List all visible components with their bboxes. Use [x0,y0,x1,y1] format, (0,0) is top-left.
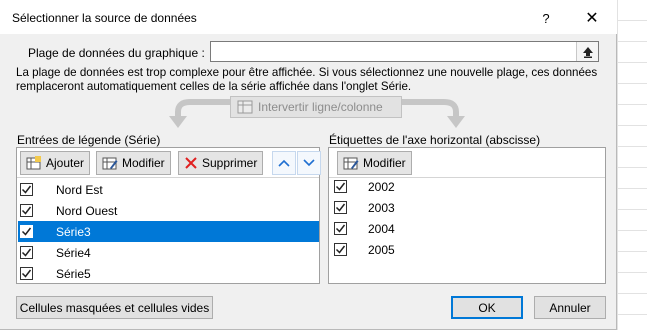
hidden-empty-cells-button[interactable]: Cellules masquées et cellules vides [16,296,213,319]
legend-toolbar: Ajouter Modifier Supprimer [17,148,321,178]
collapse-range-icon [582,46,593,58]
axis-item-label: 2004 [368,221,395,236]
legend-item[interactable]: Série4 [18,242,319,263]
axis-labels-label: Étiquettes de l'axe horizontal (abscisse… [329,133,541,147]
complex-range-warning: La plage de données est trop complexe po… [16,66,598,93]
remove-series-label: Supprimer [202,156,258,170]
axis-item-label: 2003 [368,200,395,215]
chart-range-input[interactable] [210,41,599,62]
legend-item-checkbox[interactable] [20,183,33,196]
axis-item[interactable]: 2002 [330,176,605,197]
checkmark-icon [21,227,32,236]
legend-item[interactable]: Nord Ouest [18,200,319,221]
red-x-icon [185,157,197,169]
legend-item-label: Nord Est [56,182,103,197]
axis-item-checkbox[interactable] [334,201,347,214]
table-edit-icon [343,157,359,170]
title-bar: Sélectionner la source de données ? ✕ [0,0,617,34]
axis-item-checkbox[interactable] [334,243,347,256]
checkmark-icon [335,245,346,254]
move-down-button[interactable] [297,151,321,175]
legend-item-checkbox[interactable] [20,246,33,259]
legend-item-selected[interactable]: Série3 [18,221,319,242]
legend-item-label: Série3 [56,224,91,239]
legend-item-label: Série4 [56,245,91,260]
axis-item-label: 2002 [368,179,395,194]
collapse-range-button[interactable] [576,42,598,61]
edit-series-label: Modifier [122,156,165,170]
table-edit-icon [102,157,118,170]
switch-row-column-button[interactable]: Intervertir ligne/colonne [230,96,402,118]
axis-item[interactable]: 2005 [330,239,605,260]
axis-labels-panel: Modifier 2002 2003 2004 2005 [328,147,606,284]
legend-item-checkbox[interactable] [20,225,33,238]
legend-item-checkbox[interactable] [20,267,33,280]
edit-series-button[interactable]: Modifier [96,151,171,175]
switch-row-column-icon [237,100,253,114]
axis-item[interactable]: 2003 [330,197,605,218]
legend-item-label: Nord Ouest [56,203,118,218]
curved-arrow-left-icon [169,99,232,128]
close-button[interactable]: ✕ [578,6,606,30]
spreadsheet-background [617,0,647,330]
legend-entries-panel: Ajouter Modifier Supprimer Nord Est Nord… [16,147,321,284]
remove-series-button[interactable]: Supprimer [178,151,264,175]
axis-item[interactable]: 2004 [330,218,605,239]
axis-toolbar: Modifier [329,148,605,178]
help-button[interactable]: ? [532,6,560,30]
add-series-button[interactable]: Ajouter [20,151,91,175]
checkmark-icon [335,203,346,212]
legend-item[interactable]: Nord Est [18,179,319,200]
switch-row-column-label: Intervertir ligne/colonne [258,100,383,114]
select-data-source-dialog: Sélectionner la source de données ? ✕ Pl… [0,0,617,330]
axis-item-checkbox[interactable] [334,180,347,193]
table-add-icon [26,156,41,170]
legend-item[interactable]: Série5 [18,263,319,284]
legend-item-label: Série5 [56,266,91,281]
chart-range-label: Plage de données du graphique : [28,46,205,60]
curved-arrow-right-icon [402,99,465,128]
checkmark-icon [21,248,32,257]
chevron-down-icon [303,159,315,167]
legend-entries-label: Entrées de légende (Série) [17,133,161,147]
ok-button[interactable]: OK [451,296,523,319]
chevron-up-icon [278,159,290,167]
edit-axis-labels-label: Modifier [363,156,406,170]
checkmark-icon [21,269,32,278]
legend-item-checkbox[interactable] [20,204,33,217]
axis-item-checkbox[interactable] [334,222,347,235]
checkmark-icon [335,224,346,233]
dialog-title: Sélectionner la source de données [12,11,197,25]
cancel-button[interactable]: Annuler [534,296,606,319]
move-up-button[interactable] [272,151,296,175]
axis-item-label: 2005 [368,242,395,257]
checkmark-icon [21,185,32,194]
checkmark-icon [335,182,346,191]
add-series-label: Ajouter [46,156,85,170]
edit-axis-labels-button[interactable]: Modifier [337,151,412,175]
checkmark-icon [21,206,32,215]
